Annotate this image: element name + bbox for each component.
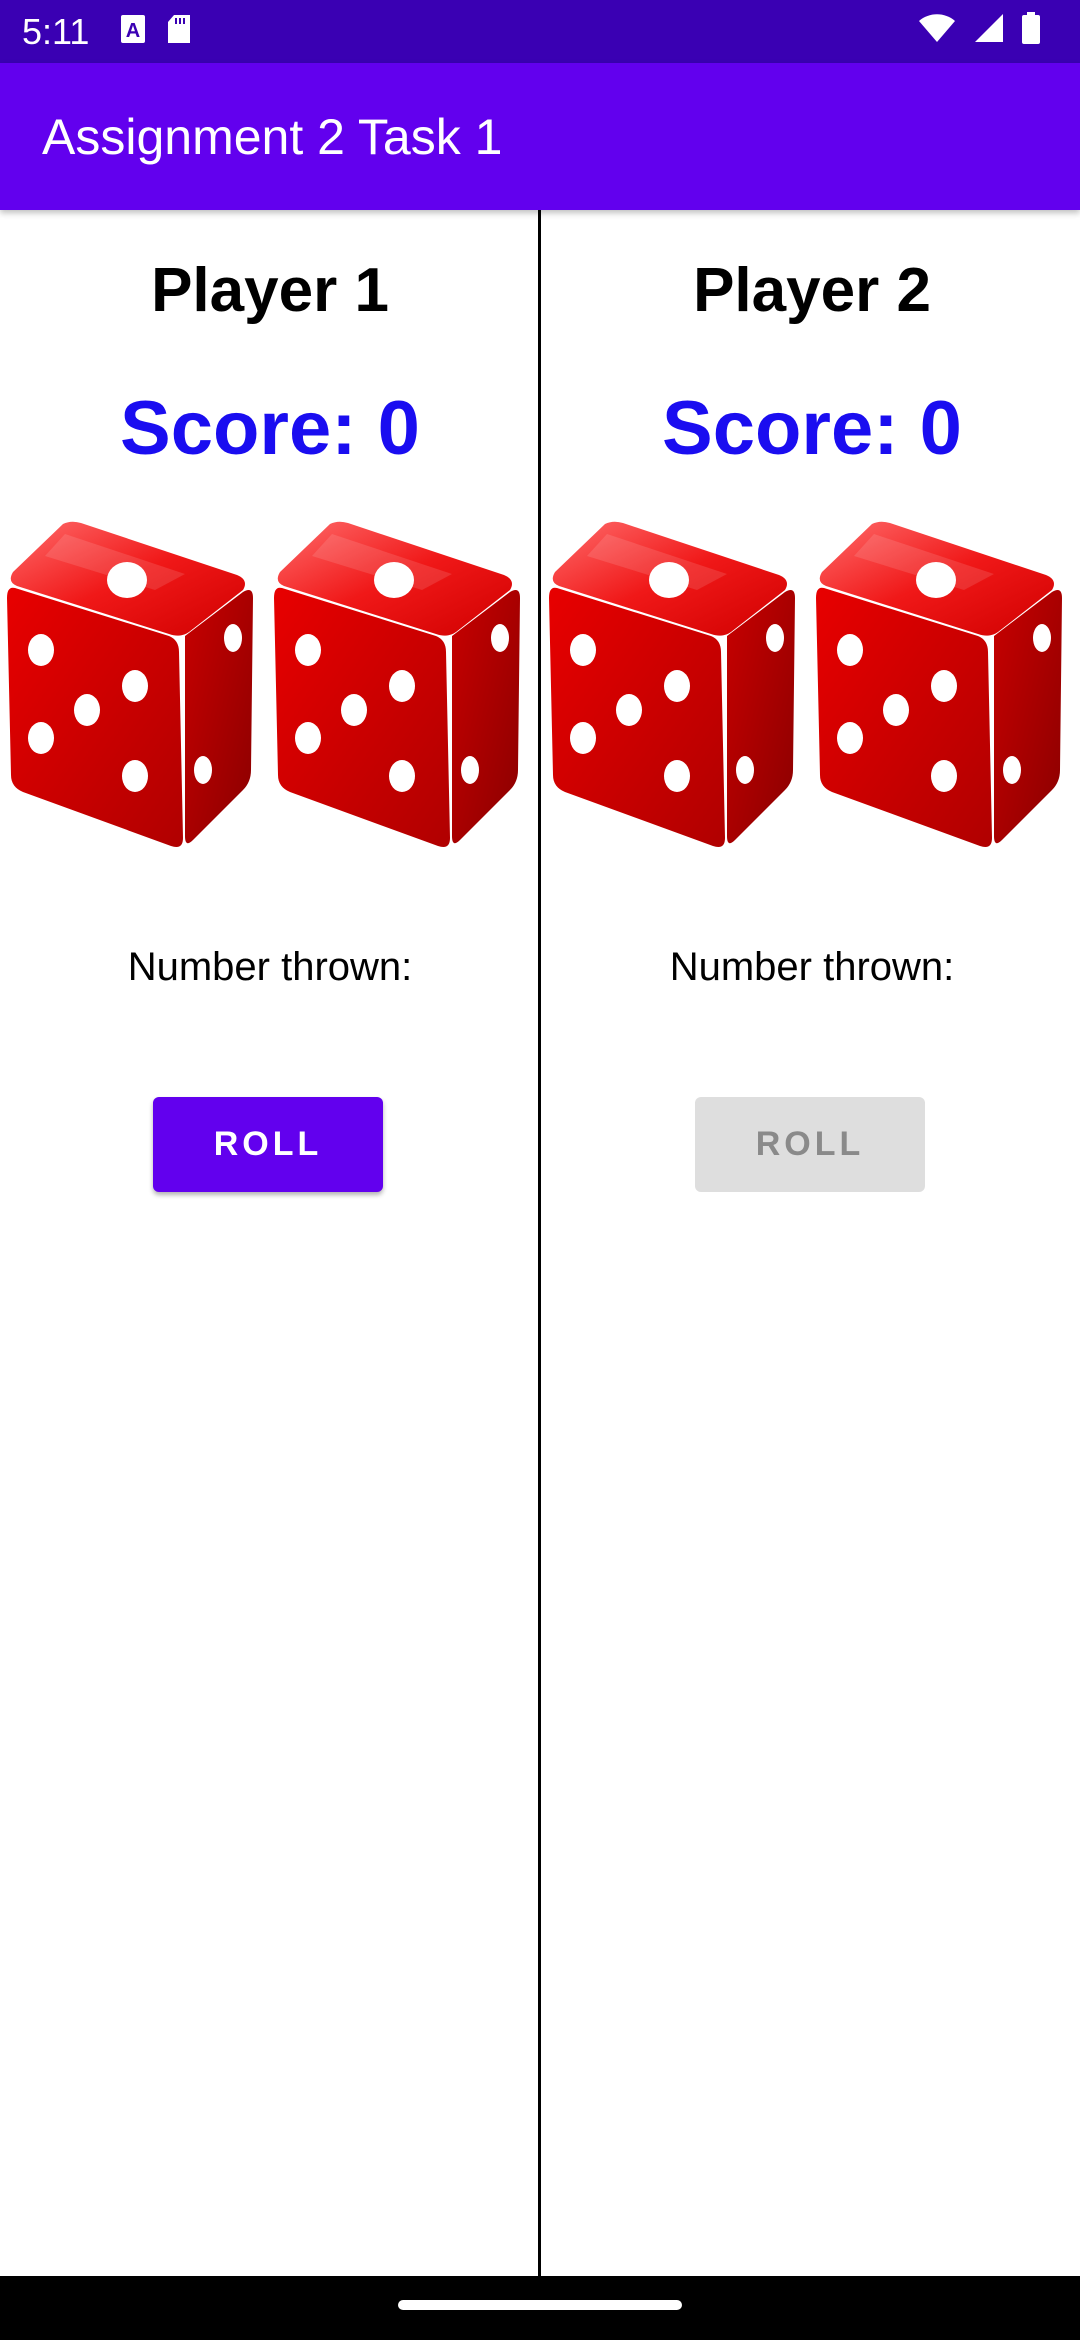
dice-row: [0, 520, 540, 850]
number-thrown-label: Number thrown:: [127, 945, 413, 989]
die-five-icon: [549, 521, 795, 847]
a-notification-icon: A: [121, 15, 145, 43]
player-name: Player 2: [693, 256, 931, 325]
number-thrown-label: Number thrown:: [669, 945, 955, 989]
navigation-bar: [0, 2276, 1080, 2340]
roll-button-disabled[interactable]: ROLL: [695, 1097, 925, 1192]
player-1-panel: Player 1 Score: 0 Number thrown: ROLL: [0, 210, 540, 2276]
battery-icon: [1022, 12, 1040, 44]
player-2-panel: Player 2 Score: 0 Number thrown: ROLL: [542, 210, 1080, 2276]
status-left-icons: A: [120, 14, 192, 44]
signal-icon: [975, 14, 1003, 42]
status-right-icons: [918, 12, 1040, 44]
column-divider: [538, 210, 541, 2276]
player-score: Score: 0: [120, 386, 420, 471]
sd-card-icon: [168, 15, 190, 43]
svg-text:A: A: [126, 20, 140, 42]
app-bar: Assignment 2 Task 1: [0, 63, 1080, 210]
die-five-icon: [7, 521, 253, 847]
app-title: Assignment 2 Task 1: [42, 109, 503, 165]
player-name: Player 1: [151, 256, 389, 325]
status-bar: 5:11 A: [0, 0, 1080, 63]
status-time: 5:11: [22, 11, 90, 52]
die-five-icon: [816, 521, 1062, 847]
die-five-icon: [274, 521, 520, 847]
wifi-icon: [919, 14, 955, 42]
player-score: Score: 0: [662, 386, 962, 471]
game-content: Player 1 Score: 0 Number thrown: ROLL Pl…: [0, 210, 1080, 2276]
home-gesture-handle[interactable]: [398, 2300, 682, 2310]
dice-row: [542, 520, 1080, 850]
roll-button[interactable]: ROLL: [153, 1097, 383, 1192]
